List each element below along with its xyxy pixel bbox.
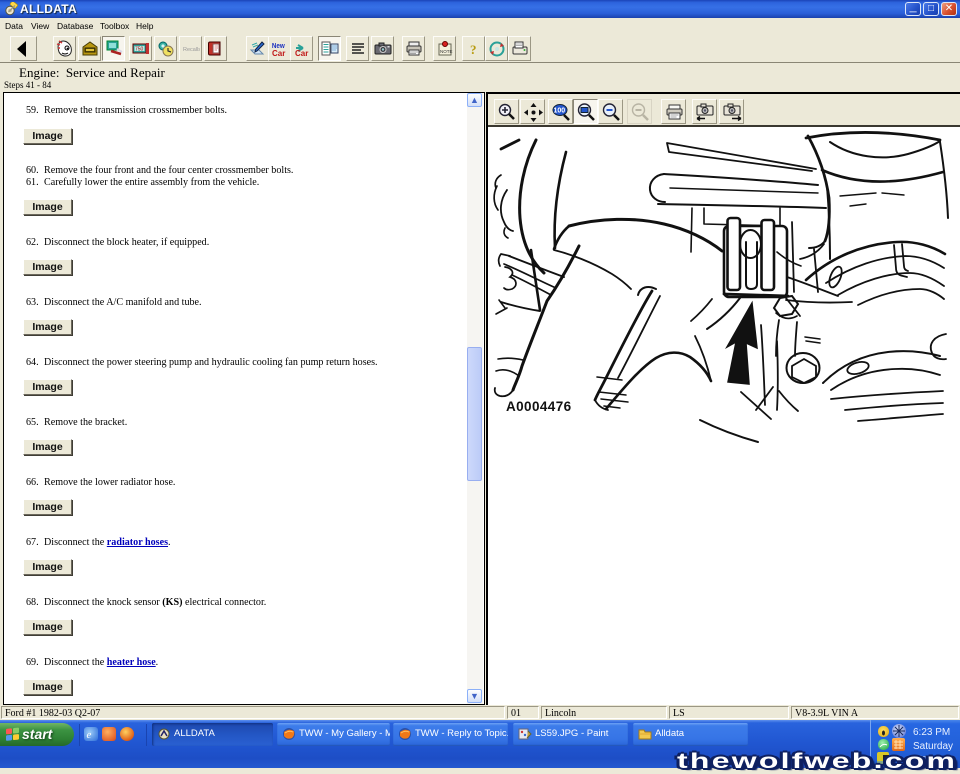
svg-text:Car: Car	[272, 49, 285, 58]
svg-text:Car: Car	[295, 49, 308, 58]
svg-text:Recalls: Recalls	[183, 47, 200, 53]
svg-text:e: e	[87, 729, 92, 741]
svg-text:750: 750	[135, 47, 144, 53]
svg-text:A0004476: A0004476	[506, 399, 572, 414]
svg-text:NOTE: NOTE	[440, 49, 453, 54]
svg-text:100: 100	[554, 108, 566, 115]
svg-text:?: ?	[470, 42, 477, 57]
